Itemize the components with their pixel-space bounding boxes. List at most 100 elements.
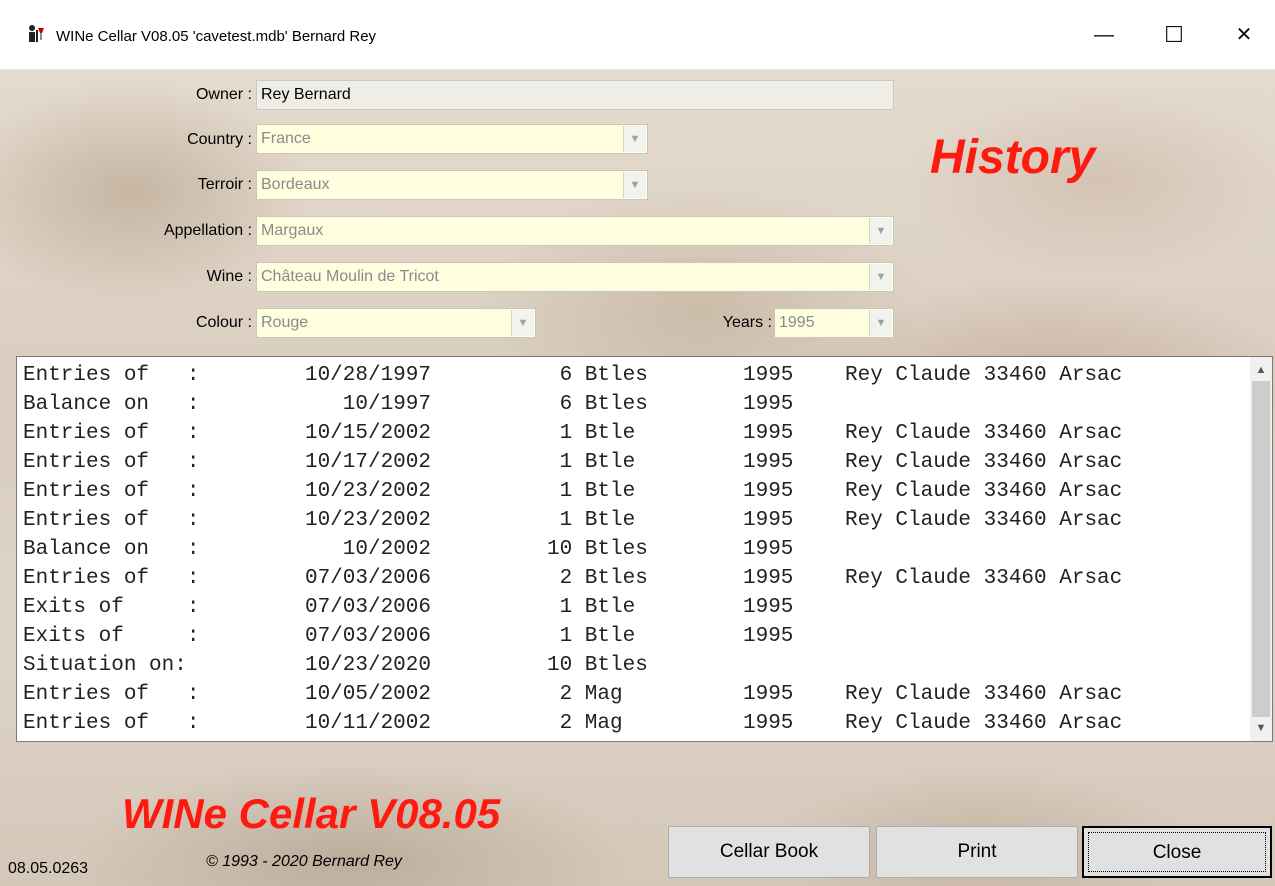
years-value: 1995 (779, 314, 815, 331)
scrollbar-thumb[interactable] (1252, 381, 1270, 717)
entry-quantity: 1 Btle (547, 422, 636, 445)
appellation-combobox[interactable]: Margaux ▼ (256, 216, 894, 246)
entry-supplier: Rey Claude 33460 Arsac (845, 509, 1123, 532)
years-label: Years : (722, 314, 772, 331)
entry-date: 10/1997 (342, 393, 431, 416)
history-row[interactable]: Balance on :10/2002 10 Btles 1995 (23, 535, 1243, 564)
entry-quantity: 1 Btle (547, 596, 636, 619)
history-row[interactable]: Exits of :07/03/2006 1 Btle 1995 (23, 622, 1243, 651)
entry-vintage: 1995 (743, 538, 794, 561)
entry-quantity: 1 Btle (547, 480, 636, 503)
entry-date: 10/05/2002 (304, 683, 431, 706)
close-window-button[interactable]: ✕ (1222, 20, 1266, 50)
entry-quantity: 2 Btles (547, 567, 648, 590)
chevron-down-icon[interactable]: ▼ (869, 264, 892, 290)
wine-label: Wine : (206, 268, 252, 285)
years-combobox[interactable]: 1995 ▼ (774, 308, 894, 338)
history-row[interactable]: Entries of :10/23/2002 1 Btle 1995 Rey Cla… (23, 506, 1243, 535)
entry-date: 07/03/2006 (304, 567, 431, 590)
entry-date: 10/23/2002 (304, 509, 431, 532)
entry-vintage: 1995 (743, 364, 794, 387)
country-label: Country : (187, 131, 252, 148)
history-row[interactable]: Entries of :10/17/2002 1 Btle 1995 Rey Cla… (23, 448, 1243, 477)
colour-label: Colour : (195, 314, 252, 331)
entry-quantity: 6 Btles (547, 393, 648, 416)
entry-quantity: 2 Mag (547, 683, 623, 706)
chevron-down-icon[interactable]: ▼ (623, 126, 646, 152)
entry-quantity: 1 Btle (547, 625, 636, 648)
colour-combobox[interactable]: Rouge ▼ (256, 308, 536, 338)
print-button[interactable]: Print (876, 826, 1078, 878)
entry-date: 07/03/2006 (304, 625, 431, 648)
history-rows: Entries of :10/28/1997 6 Btles 1995 Rey Cl… (23, 361, 1243, 738)
cellar-book-label: Cellar Book (719, 841, 819, 862)
wine-value: Château Moulin de Tricot (261, 268, 439, 285)
entry-quantity: 6 Btles (547, 364, 648, 387)
entry-date: 10/28/1997 (304, 364, 431, 387)
history-row[interactable]: Entries of :10/28/1997 6 Btles 1995 Rey Cl… (23, 361, 1243, 390)
chevron-down-icon[interactable]: ▼ (623, 172, 646, 198)
history-heading: History (930, 131, 1096, 184)
build-number: 08.05.0263 (8, 860, 89, 877)
entry-quantity: 1 Btle (547, 451, 636, 474)
entry-quantity: 1 Btle (547, 509, 636, 532)
entry-vintage: 1995 (743, 712, 794, 735)
history-row[interactable]: Balance on :10/1997 6 Btles 1995 (23, 390, 1243, 419)
entry-supplier: Rey Claude 33460 Arsac (845, 567, 1123, 590)
focus-rectangle (1088, 832, 1266, 872)
entry-vintage: 1995 (743, 451, 794, 474)
country-value: France (261, 130, 311, 147)
close-button[interactable]: Close (1082, 826, 1272, 878)
history-row[interactable]: Entries of :10/15/2002 1 Btle 1995 Rey Cla… (23, 419, 1243, 448)
entry-date: 07/03/2006 (304, 596, 431, 619)
entry-date: 10/17/2002 (304, 451, 431, 474)
wine-combobox[interactable]: Château Moulin de Tricot ▼ (256, 262, 894, 292)
entry-vintage: 1995 (743, 509, 794, 532)
history-listbox[interactable]: Entries of :10/28/1997 6 Btles 1995 Rey Cl… (16, 356, 1273, 742)
chevron-down-icon[interactable]: ▼ (869, 218, 892, 244)
country-combobox[interactable]: France ▼ (256, 124, 648, 154)
entry-vintage: 1995 (743, 480, 794, 503)
wine-app-icon (29, 25, 44, 42)
history-row[interactable]: Situation on: 10/23/2020 10 Btles (23, 651, 1243, 680)
chevron-down-icon[interactable]: ▼ (869, 310, 892, 336)
entry-supplier: Rey Claude 33460 Arsac (845, 422, 1123, 445)
cellar-book-button[interactable]: Cellar Book (668, 826, 870, 878)
entry-date: 10/2002 (342, 538, 431, 561)
entry-vintage: 1995 (743, 422, 794, 445)
entry-vintage: 1995 (743, 683, 794, 706)
colour-value: Rouge (261, 314, 309, 331)
scroll-up-icon[interactable]: ▲ (1250, 359, 1272, 381)
entry-vintage: 1995 (743, 393, 794, 416)
entry-supplier: Rey Claude 33460 Arsac (845, 364, 1123, 387)
entry-quantity: 2 Mag (547, 712, 623, 735)
minimize-button[interactable]: — (1082, 20, 1126, 50)
entry-date: 10/15/2002 (304, 422, 431, 445)
terroir-label: Terroir : (197, 176, 252, 193)
history-row[interactable]: Entries of :07/03/2006 2 Btles 1995 Rey Cl… (23, 564, 1243, 593)
entry-supplier: Rey Claude 33460 Arsac (845, 683, 1123, 706)
chevron-down-icon[interactable]: ▼ (511, 310, 534, 336)
history-row[interactable]: Exits of :07/03/2006 1 Btle 1995 (23, 593, 1243, 622)
entry-supplier: Rey Claude 33460 Arsac (845, 480, 1123, 503)
history-row[interactable]: Entries of :10/23/2002 1 Btle 1995 Rey Cla… (23, 477, 1243, 506)
entry-supplier: Rey Claude 33460 Arsac (845, 451, 1123, 474)
print-label: Print (957, 841, 997, 862)
entry-date: 10/23/2020 (304, 654, 431, 677)
appellation-value: Margaux (261, 222, 324, 239)
entry-quantity: 10 Btles (547, 538, 648, 561)
appellation-label: Appellation : (163, 222, 252, 239)
entry-supplier: Rey Claude 33460 Arsac (845, 712, 1123, 735)
history-row[interactable]: Entries of :10/11/2002 2 Mag 1995 Rey Clau… (23, 709, 1243, 738)
scroll-down-icon[interactable]: ▼ (1250, 717, 1272, 739)
maximize-button[interactable]: ☐ (1152, 20, 1196, 50)
entry-vintage: 1995 (743, 567, 794, 590)
entry-quantity: 10 Btles (547, 654, 648, 677)
entry-vintage: 1995 (743, 596, 794, 619)
brand-logo-text: WINe Cellar V08.05 (122, 790, 501, 837)
vertical-scrollbar[interactable]: ▲ ▼ (1250, 357, 1272, 741)
copyright-text: © 1993 - 2020 Bernard Rey (206, 853, 402, 870)
owner-field[interactable]: Rey Bernard (256, 80, 894, 110)
history-row[interactable]: Entries of :10/05/2002 2 Mag 1995 Rey Clau… (23, 680, 1243, 709)
terroir-combobox[interactable]: Bordeaux ▼ (256, 170, 648, 200)
